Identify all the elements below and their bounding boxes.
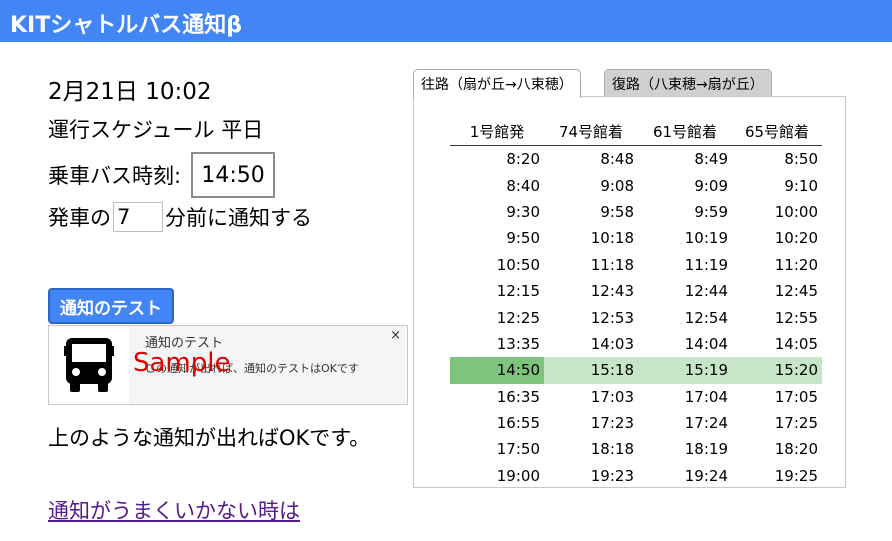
tab-return[interactable]: 復路（八束穂→扇が丘） (604, 69, 772, 97)
ok-instructions: 上のような通知が出ればOKです。 (48, 426, 371, 450)
ride-time-row: 乗車バス時刻: 14:50 (48, 152, 276, 198)
table-cell: 9:58 (600, 202, 634, 221)
table-cell: 11:19 (684, 255, 728, 274)
help-link[interactable]: 通知がうまくいかない時は (48, 495, 300, 525)
table-row[interactable]: 8:40 9:08 9:09 9:10 (450, 172, 822, 198)
table-cell: 8:48 (600, 150, 634, 169)
timetable: 1号館発 74号館着 61号館着 65号館着 8:20 8:48 8:49 8:50 8… (450, 117, 822, 489)
ride-time-label: 乗車バス時刻: (48, 164, 182, 188)
table-cell: 12:15 (496, 282, 540, 301)
table-cell: 19:23 (590, 466, 634, 485)
table-cell: 13:35 (496, 334, 540, 353)
table-cell: 9:08 (600, 176, 634, 195)
table-row[interactable]: 10:50 11:18 11:19 11:20 (450, 252, 822, 278)
table-cell: 17:50 (496, 440, 540, 459)
table-cell: 9:59 (694, 202, 728, 221)
table-cell: 12:45 (774, 282, 818, 301)
table-row[interactable]: 9:30 9:58 9:59 10:00 (450, 199, 822, 225)
table-row[interactable]: 13:35 14:03 14:04 14:05 (450, 331, 822, 357)
column-header: 1号館発 (450, 117, 544, 146)
table-cell: 15:19 (638, 357, 732, 384)
table-cell: 18:18 (590, 440, 634, 459)
table-cell: 15:18 (544, 357, 638, 384)
table-cell: 14:04 (684, 334, 728, 353)
table-cell: 17:05 (774, 387, 818, 406)
table-cell: 14:05 (774, 334, 818, 353)
table-cell: 10:00 (774, 202, 818, 221)
notify-minutes-row: 発車の 分前に通知する (48, 202, 312, 232)
table-cell: 17:24 (684, 414, 728, 433)
table-cell: 19:25 (774, 466, 818, 485)
table-cell: 9:50 (506, 229, 540, 248)
table-cell: 12:25 (496, 308, 540, 327)
tab-outbound[interactable]: 往路（扇が丘→八束穂） (413, 69, 581, 98)
table-cell: 11:18 (590, 255, 634, 274)
notification-preview: 通知のテスト この通知が出れば、通知のテストはOKです × Sample (48, 325, 408, 405)
column-header: 65号館着 (732, 117, 822, 146)
table-row[interactable]: 12:15 12:43 12:44 12:45 (450, 278, 822, 304)
column-header: 61号館着 (638, 117, 732, 146)
table-cell: 18:20 (774, 440, 818, 459)
notify-prefix: 発車の (48, 206, 111, 230)
column-header: 74号館着 (544, 117, 638, 146)
table-cell: 8:49 (694, 150, 728, 169)
timetable-panel: 1号館発 74号館着 61号館着 65号館着 8:20 8:48 8:49 8:50 8… (413, 96, 846, 488)
table-cell: 8:20 (506, 150, 540, 169)
current-datetime: 2月21日 10:02 (48, 79, 212, 105)
table-cell: 16:35 (496, 387, 540, 406)
table-row[interactable]: 12:25 12:53 12:54 12:55 (450, 304, 822, 330)
table-cell: 11:20 (774, 255, 818, 274)
table-cell: 17:25 (774, 414, 818, 433)
table-cell: 9:30 (506, 202, 540, 221)
table-cell: 17:23 (590, 414, 634, 433)
table-cell: 8:40 (506, 176, 540, 195)
table-cell: 10:19 (684, 229, 728, 248)
table-cell: 10:50 (496, 255, 540, 274)
table-cell: 19:24 (684, 466, 728, 485)
table-cell: 8:50 (784, 150, 818, 169)
table-row[interactable]: 8:20 8:48 8:49 8:50 (450, 146, 822, 173)
table-cell: 9:09 (694, 176, 728, 195)
table-cell: 12:55 (774, 308, 818, 327)
timetable-header: 1号館発 74号館着 61号館着 65号館着 (450, 117, 822, 146)
notify-suffix: 分前に通知する (165, 206, 312, 230)
table-row[interactable]: 14:50 15:18 15:19 15:20 (450, 357, 822, 384)
table-cell: 12:54 (684, 308, 728, 327)
table-row[interactable]: 9:50 10:18 10:19 10:20 (450, 225, 822, 251)
table-cell: 18:19 (684, 440, 728, 459)
bus-icon (49, 326, 129, 404)
table-cell: 12:44 (684, 282, 728, 301)
table-row[interactable]: 16:55 17:23 17:24 17:25 (450, 410, 822, 436)
sample-watermark: Sample (133, 348, 231, 378)
table-cell: 12:53 (590, 308, 634, 327)
table-cell: 9:10 (784, 176, 818, 195)
table-cell: 14:50 (450, 357, 544, 384)
table-row[interactable]: 19:00 19:23 19:24 19:25 (450, 463, 822, 489)
table-row[interactable]: 16:35 17:03 17:04 17:05 (450, 384, 822, 410)
schedule-label: 運行スケジュール 平日 (48, 118, 264, 142)
table-cell: 17:03 (590, 387, 634, 406)
table-cell: 15:20 (732, 357, 822, 384)
table-row[interactable]: 17:50 18:18 18:19 18:20 (450, 436, 822, 462)
table-cell: 10:20 (774, 229, 818, 248)
notify-minutes-input[interactable] (113, 202, 163, 232)
table-cell: 12:43 (590, 282, 634, 301)
table-cell: 10:18 (590, 229, 634, 248)
table-cell: 17:04 (684, 387, 728, 406)
table-cell: 19:00 (496, 466, 540, 485)
table-cell: 16:55 (496, 414, 540, 433)
table-cell: 14:03 (590, 334, 634, 353)
app-title: KITシャトルバス通知β (10, 13, 242, 38)
test-notification-button[interactable]: 通知のテスト (48, 288, 174, 324)
close-icon[interactable]: × (390, 328, 401, 343)
app-header: KITシャトルバス通知β (0, 0, 892, 42)
ride-time-value[interactable]: 14:50 (191, 152, 276, 198)
